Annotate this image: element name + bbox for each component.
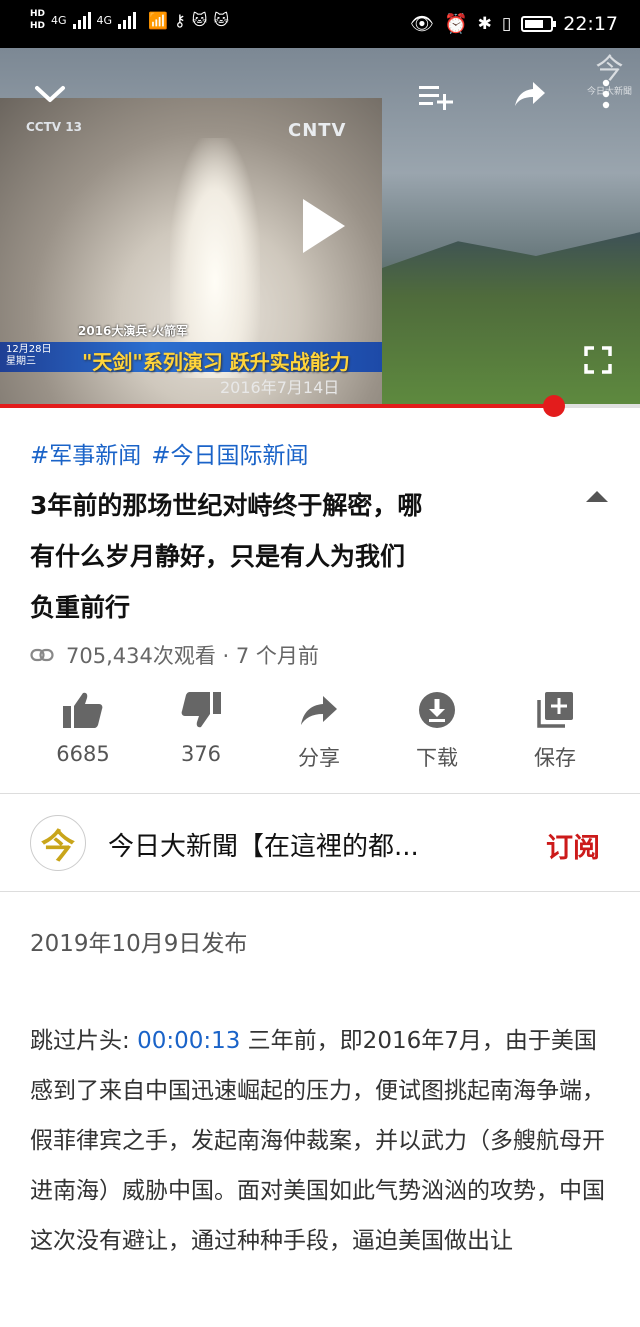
channel-name[interactable]: 今日大新聞【在這裡的都...	[108, 826, 419, 863]
video-progress-bar[interactable]	[0, 395, 640, 417]
download-label: 下载	[416, 746, 458, 770]
share-button-top[interactable]	[508, 74, 552, 114]
hd-label-1: HD	[30, 9, 46, 19]
description-lead: 跳过片头:	[30, 1028, 138, 1054]
thumb-down-icon	[181, 692, 221, 728]
hashtag-link[interactable]: #军事新闻	[30, 436, 141, 470]
dislike-count: 376	[180, 742, 222, 766]
video-caption-small: 2016大演兵·火箭军	[78, 324, 188, 338]
publish-date: 2019年10月9日发布	[30, 931, 248, 957]
triangle-up-icon	[586, 491, 608, 502]
share-label: 分享	[298, 746, 340, 770]
subscribe-button[interactable]: 订阅	[546, 826, 600, 865]
signal-icon	[72, 11, 91, 29]
hd-indicator: HD HD	[30, 8, 45, 32]
progress-played	[0, 404, 554, 408]
save-label: 保存	[534, 746, 576, 770]
video-date-overlay: 2016年7月14日	[220, 378, 340, 397]
chevron-down-icon	[35, 86, 65, 102]
share-button[interactable]: 分享	[264, 690, 374, 772]
download-icon	[419, 692, 455, 728]
action-bar: 6685 376 分享 下载 保存	[0, 690, 640, 780]
key-icon: ⚷	[174, 10, 186, 30]
like-button[interactable]: 6685	[28, 690, 138, 766]
app-notification-icon-2: 🐱	[213, 11, 229, 29]
video-caption-main: "天剑"系列演习 跃升实战能力	[82, 350, 350, 374]
more-vertical-icon	[602, 79, 610, 109]
alarm-icon: ⏰	[443, 13, 468, 35]
description-body: 三年前，即2016年7月，由于美国感到了来自中国迅速崛起的压力，便试图挑起南海争…	[30, 1028, 605, 1254]
download-button[interactable]: 下载	[382, 690, 492, 772]
timestamp-link[interactable]: 00:00:13	[137, 1028, 240, 1054]
clock: 22:17	[563, 12, 618, 35]
like-count: 6685	[56, 742, 110, 766]
add-to-queue-button[interactable]	[414, 76, 458, 116]
playlist-add-icon	[419, 86, 453, 110]
save-playlist-icon	[537, 692, 573, 728]
title-line: 有什么岁月静好，只是有人为我们	[30, 542, 406, 571]
divider	[0, 891, 640, 892]
video-description: 跳过片头: 00:00:13 三年前，即2016年7月，由于美国感到了来自中国迅…	[30, 1016, 610, 1266]
view-count-row: 705,434次观看 · 7 个月前	[30, 640, 319, 670]
caption-date-line1: 12月28日	[6, 344, 52, 355]
bluetooth-icon: ✱	[477, 13, 492, 34]
title-line: 3年前的那场世纪对峙终于解密，哪	[30, 491, 423, 520]
thumb-up-icon	[63, 692, 103, 728]
share-icon	[301, 696, 337, 725]
minimize-button[interactable]	[28, 74, 72, 114]
wifi-icon: 📶	[148, 10, 168, 30]
play-button[interactable]	[290, 194, 354, 258]
network-indicators: HD HD 4G 4G 📶 ⚷ 🐱 🐱	[30, 8, 229, 32]
cctv-logo: CCTV 13	[26, 120, 82, 134]
play-icon	[303, 199, 345, 253]
cntv-logo: CNTV	[288, 120, 347, 141]
status-bar: HD HD 4G 4G 📶 ⚷ 🐱 🐱 👁 ⏰ ✱ ▯ 22:17	[0, 0, 640, 48]
title-line: 负重前行	[30, 593, 131, 622]
fullscreen-button[interactable]	[578, 340, 618, 380]
channel-logo-glyph: 今	[41, 826, 75, 867]
hd-label-2: HD	[30, 21, 46, 31]
share-icon	[515, 82, 545, 106]
collapse-description-button[interactable]	[584, 488, 610, 502]
video-caption-date: 12月28日 星期三	[6, 344, 51, 368]
hashtag-row: #军事新闻 #今日国际新闻	[30, 436, 309, 470]
channel-row[interactable]: 今 今日大新聞【在這裡的都... 订阅	[0, 794, 640, 892]
progress-scrubber[interactable]	[543, 395, 565, 417]
vibrate-icon: ▯	[501, 13, 512, 34]
video-player[interactable]: CCTV 13 CNTV 2016大演兵·火箭军 12月28日 星期三 "天剑"…	[0, 48, 640, 406]
view-count-text: 705,434次观看 · 7 个月前	[66, 644, 319, 668]
network-type-2: 4G	[96, 13, 113, 27]
fullscreen-icon	[584, 346, 612, 374]
more-options-button[interactable]	[592, 74, 620, 114]
hashtag-link[interactable]: #今日国际新闻	[151, 436, 308, 470]
eye-icon: 👁	[409, 13, 434, 35]
video-title: 3年前的那场世纪对峙终于解密，哪 有什么岁月静好，只是有人为我们 负重前行	[30, 480, 550, 633]
dislike-button[interactable]: 376	[146, 690, 256, 766]
signal-icon-2	[118, 11, 137, 29]
channel-avatar[interactable]: 今	[30, 815, 86, 871]
battery-icon	[521, 15, 557, 32]
network-type-1: 4G	[51, 13, 67, 27]
status-icons: 👁 ⏰ ✱ ▯ 22:17	[409, 12, 618, 36]
link-icon	[30, 648, 54, 662]
app-notification-icon: 🐱	[191, 11, 208, 29]
caption-date-line2: 星期三	[6, 356, 36, 367]
save-button[interactable]: 保存	[500, 690, 610, 772]
